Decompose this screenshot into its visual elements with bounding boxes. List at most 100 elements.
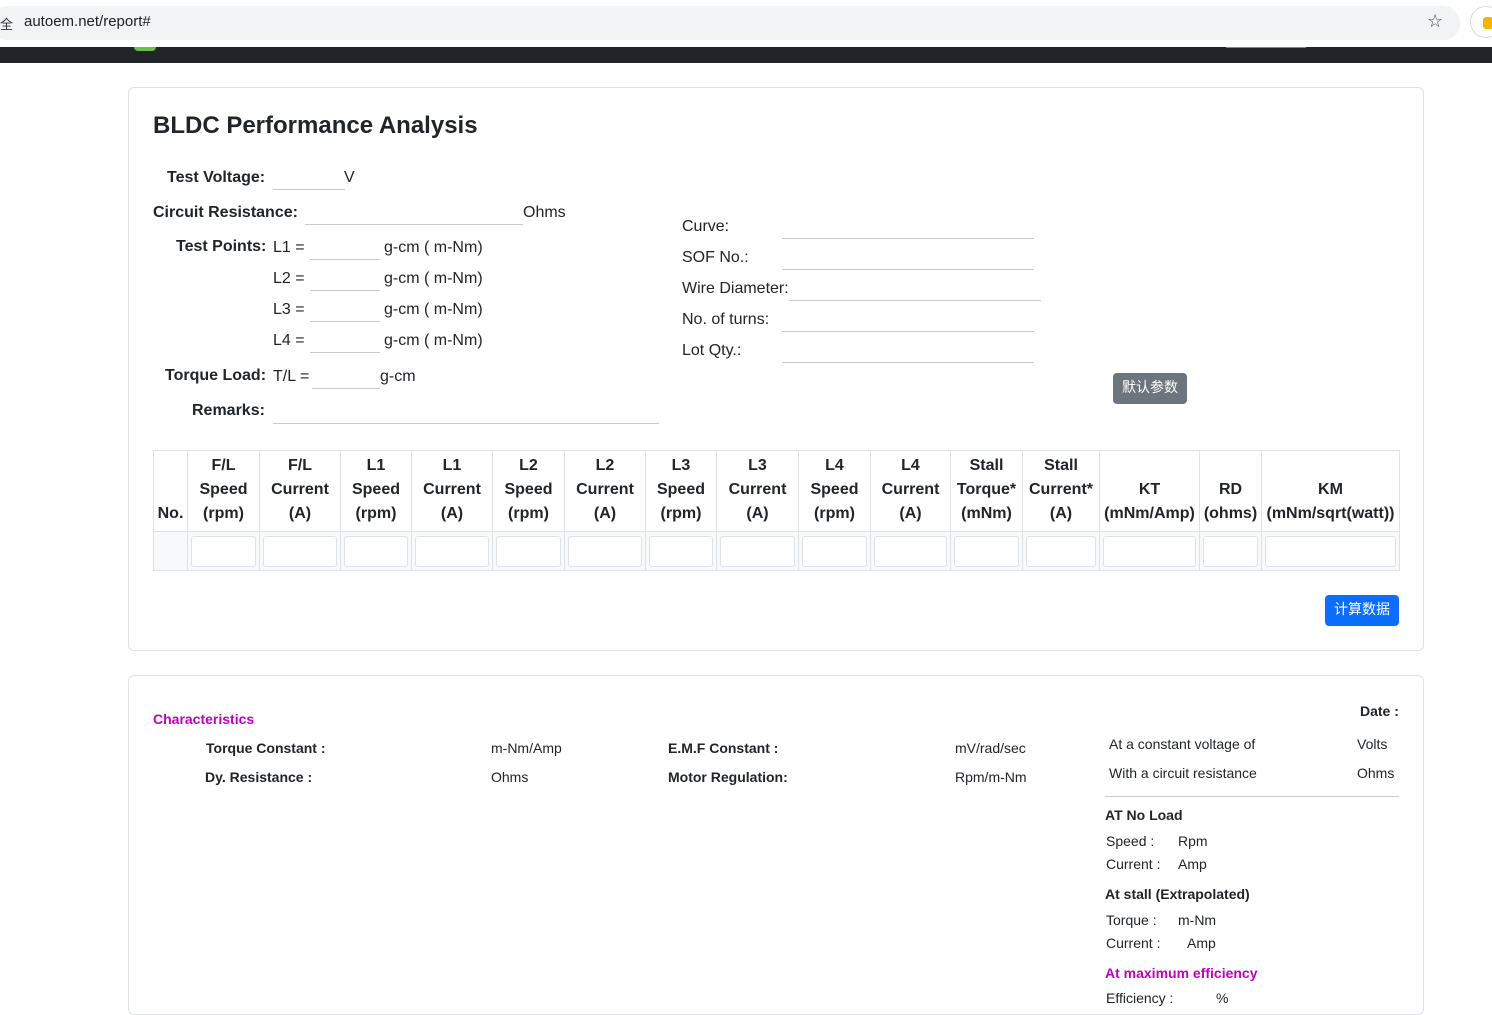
site-logo[interactable] — [134, 47, 156, 51]
l3-current-input[interactable] — [720, 535, 795, 567]
no-load-speed-label: Speed : — [1106, 833, 1155, 849]
fl-speed-input[interactable] — [191, 535, 256, 567]
torque-load-input[interactable] — [312, 367, 380, 389]
l2-speed-input[interactable] — [496, 535, 561, 567]
km-input[interactable] — [1265, 535, 1396, 567]
torque-load-prefix: T/L = — [273, 368, 310, 385]
extension-icon[interactable] — [1470, 6, 1492, 38]
test-point-l1-input[interactable] — [310, 238, 380, 260]
col-header-l1-current: L1 Current (A) — [411, 450, 493, 532]
lot-qty-input[interactable] — [782, 341, 1034, 363]
test-point-l4-label: L4 = — [273, 332, 305, 349]
efficiency-label: Efficiency : — [1106, 990, 1174, 1006]
curve-input[interactable] — [782, 217, 1034, 239]
emf-constant-label: E.M.F Constant : — [668, 740, 779, 756]
row-no-cell — [153, 531, 188, 571]
motor-regulation-unit: Rpm/m-Nm — [955, 769, 1027, 785]
l4-current-input[interactable] — [874, 535, 947, 567]
const-voltage-unit: Volts — [1357, 736, 1388, 752]
no-load-title: AT No Load — [1105, 807, 1183, 823]
lot-qty-label: Lot Qty.: — [682, 342, 742, 359]
l4-speed-input[interactable] — [802, 535, 867, 567]
test-point-l3-input[interactable] — [310, 300, 380, 322]
date-label: Date : — [1360, 703, 1399, 719]
table-cell — [411, 531, 493, 571]
bookmark-star-icon[interactable]: ☆ — [1427, 11, 1443, 32]
table-cell — [798, 531, 871, 571]
measurements-table: No. F/L Speed (rpm) F/L Current (A) L1 Speed(… — [153, 450, 1400, 571]
test-voltage-input[interactable] — [273, 168, 345, 190]
characteristics-title: Characteristics — [153, 711, 255, 727]
circuit-resistance-input[interactable] — [305, 203, 523, 225]
stall-current-unit: Amp — [1187, 935, 1216, 951]
calculate-button[interactable]: 计算数据 — [1325, 595, 1399, 626]
col-header-l1-speed: L1 Speed (rpm) — [340, 450, 412, 532]
test-point-l1-label: L1 = — [273, 239, 305, 256]
sof-input[interactable] — [782, 248, 1034, 270]
table-cell — [1261, 531, 1400, 571]
site-info-icon[interactable]: 全 — [0, 14, 13, 33]
remarks-label: Remarks: — [192, 402, 265, 419]
test-point-l3-label: L3 = — [273, 301, 305, 318]
characteristics-card: Characteristics Date : Torque Constant :… — [128, 675, 1424, 1015]
table-cell — [870, 531, 951, 571]
no-load-current-label: Current : — [1106, 856, 1161, 872]
stall-current-input[interactable] — [1026, 535, 1096, 567]
torque-load-unit: g-cm — [380, 368, 416, 385]
motor-regulation-label: Motor Regulation: — [668, 769, 788, 785]
stall-torque-input[interactable] — [954, 535, 1019, 567]
col-header-l4-speed: L4 Speed (rpm) — [798, 450, 871, 532]
fl-current-input[interactable] — [263, 535, 337, 567]
test-point-l4-input[interactable] — [310, 331, 380, 353]
table-cell — [1199, 531, 1262, 571]
default-params-button[interactable]: 默认参数 — [1113, 373, 1187, 404]
col-header-fl-current: F/L Current (A) — [259, 450, 341, 532]
col-header-kt: KT (mNm/Amp) — [1099, 450, 1200, 532]
l1-speed-input[interactable] — [344, 535, 408, 567]
wire-diameter-label: Wire Diameter: — [682, 280, 789, 297]
site-navbar — [0, 47, 1492, 63]
kt-input[interactable] — [1103, 535, 1196, 567]
col-header-l2-current: L2 Current (A) — [564, 450, 646, 532]
sof-label: SOF No.: — [682, 249, 749, 266]
url-text[interactable]: autoem.net/report# — [24, 13, 151, 30]
max-efficiency-title: At maximum efficiency — [1105, 965, 1258, 981]
turns-input[interactable] — [782, 310, 1034, 332]
table-cell — [564, 531, 646, 571]
col-header-no: No. — [153, 450, 188, 532]
test-voltage-unit: V — [344, 169, 355, 186]
analysis-form-card: BLDC Performance Analysis Test Voltage: … — [128, 87, 1424, 651]
col-header-km: KM (mNm/sqrt(watt)) — [1261, 450, 1400, 532]
test-point-l2-unit: g-cm ( m-Nm) — [384, 270, 483, 287]
no-load-speed-unit: Rpm — [1178, 833, 1208, 849]
curve-label: Curve: — [682, 218, 730, 235]
remarks-input[interactable] — [273, 402, 659, 424]
wire-diameter-input[interactable] — [789, 279, 1041, 301]
circuit-resistance-label: Circuit Resistance: — [153, 204, 298, 221]
table-cell — [340, 531, 412, 571]
stall-current-label: Current : — [1106, 935, 1161, 951]
torque-constant-unit: m-Nm/Amp — [491, 740, 562, 756]
dy-resistance-unit: Ohms — [491, 769, 529, 785]
table-cell — [1099, 531, 1200, 571]
browser-address-bar: 全 autoem.net/report# ☆ — [0, 0, 1492, 47]
table-cell — [716, 531, 799, 571]
circuit-resistance-text-unit: Ohms — [1357, 765, 1395, 781]
efficiency-unit: % — [1216, 990, 1229, 1006]
dy-resistance-label: Dy. Resistance : — [205, 769, 313, 785]
table-cell — [492, 531, 565, 571]
circuit-resistance-text: With a circuit resistance — [1109, 765, 1257, 781]
test-point-l2-label: L2 = — [273, 270, 305, 287]
col-header-rd: RD (ohms) — [1199, 450, 1262, 532]
rd-input[interactable] — [1203, 535, 1258, 567]
test-point-l1-unit: g-cm ( m-Nm) — [384, 239, 483, 256]
url-field[interactable] — [0, 6, 1460, 40]
table-cell — [187, 531, 260, 571]
l3-speed-input[interactable] — [649, 535, 713, 567]
table-cell — [950, 531, 1023, 571]
navbar-right-control[interactable] — [1226, 47, 1306, 48]
l1-current-input[interactable] — [415, 535, 489, 567]
test-voltage-label: Test Voltage: — [167, 169, 266, 186]
l2-current-input[interactable] — [568, 535, 642, 567]
test-point-l2-input[interactable] — [310, 269, 380, 291]
